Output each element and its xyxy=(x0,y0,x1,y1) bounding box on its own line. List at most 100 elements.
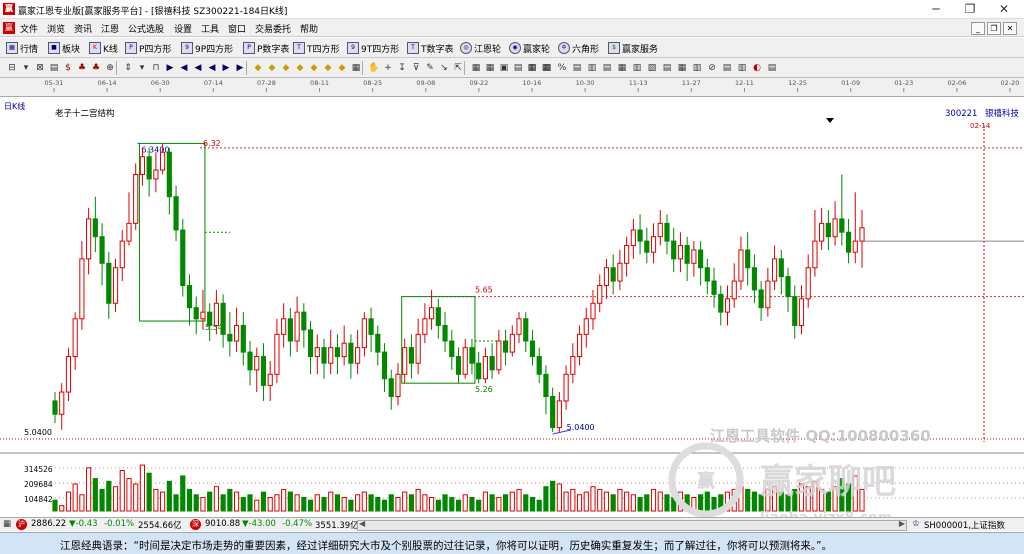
candle-body xyxy=(193,307,199,320)
menu-settings[interactable]: 设置 xyxy=(174,22,192,35)
mdi-close-icon[interactable]: ✕ xyxy=(1003,22,1017,35)
chart4-icon[interactable]: ▦ xyxy=(616,62,628,74)
chart1-icon[interactable]: ▤ xyxy=(571,62,583,74)
candle-body xyxy=(274,333,280,375)
cross-icon[interactable]: + xyxy=(382,62,394,74)
period-icon[interactable]: ⊓ xyxy=(150,62,162,74)
no-entry-icon[interactable]: ⊘ xyxy=(706,62,718,74)
candle-body xyxy=(704,267,710,282)
close-icon[interactable]: ✕ xyxy=(989,1,1019,18)
chart8-icon[interactable]: ▦ xyxy=(676,62,688,74)
panel1-icon[interactable]: ▦ xyxy=(470,62,482,74)
chart12-icon[interactable]: ▤ xyxy=(766,62,778,74)
candle-body xyxy=(368,318,374,335)
candle-body xyxy=(758,289,764,309)
prev-icon[interactable]: ◀ xyxy=(192,62,204,74)
panel3-icon[interactable]: ▣ xyxy=(498,62,510,74)
candle-body xyxy=(415,333,421,364)
minimize-icon[interactable]: ─ xyxy=(921,1,951,18)
diamond6-icon[interactable]: ◆ xyxy=(322,62,334,74)
9t-square-button[interactable]: 9 9T四方形 xyxy=(347,41,399,55)
diamond5-icon[interactable]: ◆ xyxy=(308,62,320,74)
candle-body xyxy=(771,258,778,282)
menu-tools[interactable]: 工具 xyxy=(201,22,219,35)
p-square-button[interactable]: P P四方形 xyxy=(125,41,171,55)
next-icon[interactable]: ▶ xyxy=(234,62,246,74)
drawing-toolbar: ⊟ ▾ ⊠ ▤ $ ♣ ♣ ⊕ ⇕ ▾ ⊓ ▶ ◀ ◀ ◀ ▶ ▶ ◆ ◆ ◆ ◆ ◆ ◆ ◆ ▦ ✋ + ↧ ⊽ ✎ ↘ ⇱ ▦ ▦ ▣ ▤ ▦ ▦ ▥ ▨… xyxy=(0,58,1024,78)
index-code[interactable]: SH000001,上证指数 xyxy=(924,519,1005,531)
chart10-icon[interactable]: ▤ xyxy=(721,62,733,74)
mdi-restore-icon[interactable]: ❐ xyxy=(987,22,1001,35)
kline-chart[interactable]: 日K线老子十二宫结构 300221 银禧科技02-146.34006.325.545… xyxy=(0,97,1024,517)
diamond3-icon[interactable]: ◆ xyxy=(280,62,292,74)
list-icon[interactable]: ▤ xyxy=(48,62,60,74)
chart11-icon[interactable]: ▥ xyxy=(736,62,748,74)
keyboard-icon[interactable]: ▦ xyxy=(3,519,11,529)
menu-gann[interactable]: 江恩 xyxy=(101,22,119,35)
menu-file[interactable]: 文件 xyxy=(20,22,38,35)
pen-icon[interactable]: ✎ xyxy=(424,62,436,74)
panel2-icon[interactable]: ▦ xyxy=(484,62,496,74)
panel4-icon[interactable]: ▤ xyxy=(512,62,524,74)
scroll-right-icon[interactable]: ▶ xyxy=(899,519,905,528)
menu-help[interactable]: 帮助 xyxy=(300,22,318,35)
chart7-icon[interactable]: ▤ xyxy=(661,62,673,74)
forward-icon[interactable]: ▶ xyxy=(220,62,232,74)
menu-trade[interactable]: 交易委托 xyxy=(255,22,291,35)
menu-browse[interactable]: 浏览 xyxy=(47,22,65,35)
t-number-table-button[interactable]: T T数字表 xyxy=(407,41,454,55)
filter-icon[interactable]: ⊽ xyxy=(410,62,422,74)
menu-window[interactable]: 窗口 xyxy=(228,22,246,35)
sector-button[interactable]: ■ 板块 xyxy=(48,41,80,55)
winner-wheel-button[interactable]: ◉ 赢家轮 xyxy=(509,41,550,55)
maximize-icon[interactable]: ❐ xyxy=(955,1,985,18)
scroll-left-icon[interactable]: ◀ xyxy=(359,519,365,528)
quotes-button[interactable]: ▦ 行情 xyxy=(6,41,38,55)
updown-icon[interactable]: ⇕ xyxy=(122,62,134,74)
bar-chart-icon[interactable]: ▥ xyxy=(526,62,538,74)
menu-news[interactable]: 资讯 xyxy=(74,22,92,35)
palette-icon[interactable]: ◐ xyxy=(751,62,763,74)
club-icon[interactable]: ♣ xyxy=(76,62,88,74)
dropdown2-icon[interactable]: ▾ xyxy=(136,62,148,74)
winner-service-button[interactable]: $ 赢家服务 xyxy=(608,41,658,55)
candle-body xyxy=(334,347,341,358)
kline-button[interactable]: K K线 xyxy=(89,41,118,55)
hatched-icon[interactable]: ▨ xyxy=(541,62,553,74)
arrow-down-icon[interactable]: ↧ xyxy=(396,62,408,74)
chart6-icon[interactable]: ▨ xyxy=(646,62,658,74)
hand-icon[interactable]: ✋ xyxy=(368,62,380,74)
table-icon[interactable]: ▦ xyxy=(350,62,362,74)
club2-icon[interactable]: ♣ xyxy=(90,62,102,74)
dropdown-icon[interactable]: ▾ xyxy=(20,62,32,74)
step-right-icon[interactable]: ▶ xyxy=(164,62,176,74)
back-icon[interactable]: ◀ xyxy=(206,62,218,74)
horizontal-scrollbar[interactable]: ◀ ▶ xyxy=(357,519,907,531)
percent-icon[interactable]: % xyxy=(556,62,568,74)
title-bar: 赢 赢家江恩专业版[赢家服务平台] - [银禧科技 SZ300221-184日K… xyxy=(0,0,1024,19)
line-icon[interactable]: ↘ xyxy=(438,62,450,74)
p-number-table-button[interactable]: P P数字表 xyxy=(243,41,289,55)
diamond7-icon[interactable]: ◆ xyxy=(336,62,348,74)
diamond2-icon[interactable]: ◆ xyxy=(266,62,278,74)
chart2-icon[interactable]: ▥ xyxy=(586,62,598,74)
t-square-button[interactable]: T T四方形 xyxy=(293,41,340,55)
gann-wheel-button[interactable]: ◎ 江恩轮 xyxy=(460,41,501,55)
chart3-icon[interactable]: ▤ xyxy=(601,62,613,74)
hexagon-button[interactable]: ✡ 六角形 xyxy=(558,41,599,55)
crosshair-icon[interactable]: ⊕ xyxy=(104,62,116,74)
diamond4-icon[interactable]: ◆ xyxy=(294,62,306,74)
move-icon[interactable]: ⇱ xyxy=(452,62,464,74)
chart5-icon[interactable]: ▥ xyxy=(631,62,643,74)
layout-icon[interactable]: ⊟ xyxy=(6,62,18,74)
volume-bar xyxy=(496,497,502,512)
chart9-icon[interactable]: ▥ xyxy=(691,62,703,74)
diamond1-icon[interactable]: ◆ xyxy=(252,62,264,74)
step-left-icon[interactable]: ◀ xyxy=(178,62,190,74)
9p-square-button[interactable]: 9 9P四方形 xyxy=(181,41,233,55)
menu-formula-select[interactable]: 公式选股 xyxy=(128,22,164,35)
mdi-minimize-icon[interactable]: _ xyxy=(971,22,985,35)
watermark-badge-text: 赢 xyxy=(697,470,715,492)
grid-icon[interactable]: ⊠ xyxy=(34,62,46,74)
price-icon[interactable]: $ xyxy=(62,62,74,74)
